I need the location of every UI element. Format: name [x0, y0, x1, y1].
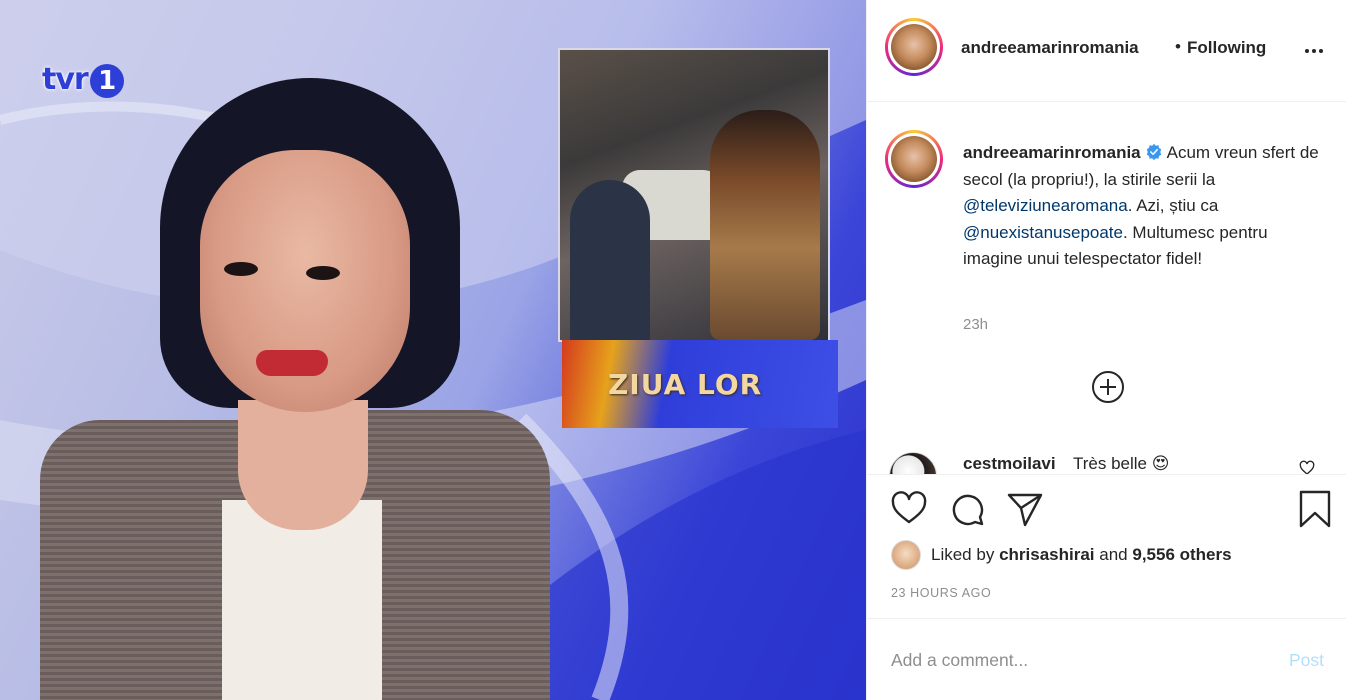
caption-time[interactable]: 23h: [963, 316, 988, 333]
author-username[interactable]: andreeamarinromania: [961, 38, 1139, 58]
bookmark-icon[interactable]: [1295, 489, 1335, 529]
liker-username[interactable]: chrisashirai: [999, 545, 1094, 564]
post-panel: andreeamarinromania • Following andreeam…: [866, 0, 1346, 700]
commenter-username[interactable]: cestmoilavi: [963, 454, 1056, 474]
caption-avatar[interactable]: [885, 130, 943, 188]
comment-icon[interactable]: [947, 489, 987, 529]
comment-item: cestmoilavi Très belle 😍: [889, 452, 1329, 474]
comment-heart-icon[interactable]: [1299, 460, 1315, 474]
mention-link[interactable]: @televiziunearomana: [963, 196, 1128, 215]
comment-text: Très belle 😍: [1073, 454, 1170, 473]
likes-count[interactable]: 9,556 others: [1132, 545, 1231, 564]
more-options-icon[interactable]: [1305, 40, 1331, 60]
commenter-avatar[interactable]: [889, 452, 937, 474]
add-comment-bar: Post: [867, 618, 1346, 700]
heart-icon[interactable]: [889, 489, 929, 529]
separator-dot: •: [1175, 37, 1181, 56]
avatar[interactable]: [885, 18, 943, 76]
plus-circle-icon[interactable]: [1091, 370, 1125, 404]
following-button[interactable]: Following: [1187, 38, 1266, 58]
post-comment-button[interactable]: Post: [1289, 650, 1324, 671]
tv-channel-logo: tvr 1: [42, 62, 124, 98]
mention-link[interactable]: @nuexistanusepoate: [963, 223, 1123, 242]
inset-caption: ZIUA LOR: [608, 368, 763, 401]
action-bar: [867, 474, 1346, 544]
post-image[interactable]: tvr 1 ZIUA LOR: [0, 0, 866, 700]
share-icon[interactable]: [1005, 489, 1045, 529]
post-header: andreeamarinromania • Following: [867, 0, 1346, 102]
verified-badge-icon: [1146, 143, 1161, 161]
post-caption: andreeamarinromania Acum vreun sfert de s…: [963, 143, 1319, 268]
post-timestamp[interactable]: 23 HOURS AGO: [891, 586, 991, 600]
comment-input[interactable]: [891, 647, 1271, 673]
caption-username[interactable]: andreeamarinromania: [963, 143, 1141, 162]
comments-section: andreeamarinromania Acum vreun sfert de s…: [867, 102, 1346, 474]
news-inset-image: [558, 48, 830, 342]
liker-avatar[interactable]: [891, 540, 921, 570]
